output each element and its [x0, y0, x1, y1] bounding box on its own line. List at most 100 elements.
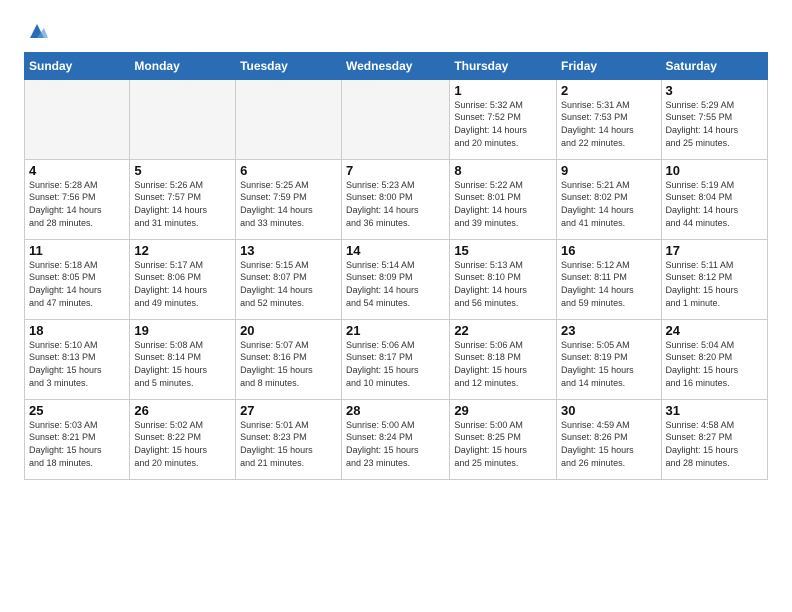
day-info: Sunrise: 5:29 AM Sunset: 7:55 PM Dayligh…: [666, 99, 763, 149]
day-info: Sunrise: 5:05 AM Sunset: 8:19 PM Dayligh…: [561, 339, 656, 389]
calendar-cell: 30Sunrise: 4:59 AM Sunset: 8:26 PM Dayli…: [557, 399, 661, 479]
calendar-week-row: 1Sunrise: 5:32 AM Sunset: 7:52 PM Daylig…: [25, 79, 768, 159]
calendar-cell: 16Sunrise: 5:12 AM Sunset: 8:11 PM Dayli…: [557, 239, 661, 319]
day-number: 29: [454, 403, 552, 418]
day-number: 20: [240, 323, 337, 338]
day-number: 4: [29, 163, 125, 178]
day-info: Sunrise: 5:31 AM Sunset: 7:53 PM Dayligh…: [561, 99, 656, 149]
calendar-cell: 23Sunrise: 5:05 AM Sunset: 8:19 PM Dayli…: [557, 319, 661, 399]
day-number: 17: [666, 243, 763, 258]
calendar-cell: 1Sunrise: 5:32 AM Sunset: 7:52 PM Daylig…: [450, 79, 557, 159]
calendar-cell: 27Sunrise: 5:01 AM Sunset: 8:23 PM Dayli…: [236, 399, 342, 479]
day-of-week-header: Wednesday: [342, 52, 450, 79]
calendar-cell: 15Sunrise: 5:13 AM Sunset: 8:10 PM Dayli…: [450, 239, 557, 319]
logo-icon: [26, 20, 48, 42]
day-number: 7: [346, 163, 445, 178]
day-info: Sunrise: 5:00 AM Sunset: 8:25 PM Dayligh…: [454, 419, 552, 469]
calendar-cell: [342, 79, 450, 159]
calendar-cell: 13Sunrise: 5:15 AM Sunset: 8:07 PM Dayli…: [236, 239, 342, 319]
day-number: 21: [346, 323, 445, 338]
calendar-cell: 5Sunrise: 5:26 AM Sunset: 7:57 PM Daylig…: [130, 159, 236, 239]
day-number: 1: [454, 83, 552, 98]
day-number: 31: [666, 403, 763, 418]
calendar-cell: 2Sunrise: 5:31 AM Sunset: 7:53 PM Daylig…: [557, 79, 661, 159]
day-info: Sunrise: 5:22 AM Sunset: 8:01 PM Dayligh…: [454, 179, 552, 229]
calendar-cell: 12Sunrise: 5:17 AM Sunset: 8:06 PM Dayli…: [130, 239, 236, 319]
day-info: Sunrise: 5:32 AM Sunset: 7:52 PM Dayligh…: [454, 99, 552, 149]
day-number: 15: [454, 243, 552, 258]
calendar-cell: 28Sunrise: 5:00 AM Sunset: 8:24 PM Dayli…: [342, 399, 450, 479]
day-info: Sunrise: 5:25 AM Sunset: 7:59 PM Dayligh…: [240, 179, 337, 229]
day-info: Sunrise: 5:08 AM Sunset: 8:14 PM Dayligh…: [134, 339, 231, 389]
day-info: Sunrise: 5:00 AM Sunset: 8:24 PM Dayligh…: [346, 419, 445, 469]
day-number: 11: [29, 243, 125, 258]
day-number: 22: [454, 323, 552, 338]
day-info: Sunrise: 5:17 AM Sunset: 8:06 PM Dayligh…: [134, 259, 231, 309]
calendar-cell: 25Sunrise: 5:03 AM Sunset: 8:21 PM Dayli…: [25, 399, 130, 479]
calendar-header-row: SundayMondayTuesdayWednesdayThursdayFrid…: [25, 52, 768, 79]
calendar-cell: 31Sunrise: 4:58 AM Sunset: 8:27 PM Dayli…: [661, 399, 767, 479]
day-of-week-header: Sunday: [25, 52, 130, 79]
day-of-week-header: Monday: [130, 52, 236, 79]
day-number: 14: [346, 243, 445, 258]
day-info: Sunrise: 4:58 AM Sunset: 8:27 PM Dayligh…: [666, 419, 763, 469]
day-number: 5: [134, 163, 231, 178]
day-info: Sunrise: 5:28 AM Sunset: 7:56 PM Dayligh…: [29, 179, 125, 229]
calendar-week-row: 11Sunrise: 5:18 AM Sunset: 8:05 PM Dayli…: [25, 239, 768, 319]
calendar-cell: [130, 79, 236, 159]
calendar-cell: 7Sunrise: 5:23 AM Sunset: 8:00 PM Daylig…: [342, 159, 450, 239]
day-info: Sunrise: 5:03 AM Sunset: 8:21 PM Dayligh…: [29, 419, 125, 469]
day-info: Sunrise: 5:11 AM Sunset: 8:12 PM Dayligh…: [666, 259, 763, 309]
calendar-week-row: 4Sunrise: 5:28 AM Sunset: 7:56 PM Daylig…: [25, 159, 768, 239]
header: [0, 0, 792, 52]
calendar-cell: 4Sunrise: 5:28 AM Sunset: 7:56 PM Daylig…: [25, 159, 130, 239]
calendar-cell: 14Sunrise: 5:14 AM Sunset: 8:09 PM Dayli…: [342, 239, 450, 319]
day-number: 25: [29, 403, 125, 418]
calendar-cell: 17Sunrise: 5:11 AM Sunset: 8:12 PM Dayli…: [661, 239, 767, 319]
day-number: 12: [134, 243, 231, 258]
day-number: 10: [666, 163, 763, 178]
calendar-cell: 22Sunrise: 5:06 AM Sunset: 8:18 PM Dayli…: [450, 319, 557, 399]
calendar-cell: 19Sunrise: 5:08 AM Sunset: 8:14 PM Dayli…: [130, 319, 236, 399]
calendar-cell: 20Sunrise: 5:07 AM Sunset: 8:16 PM Dayli…: [236, 319, 342, 399]
day-info: Sunrise: 5:14 AM Sunset: 8:09 PM Dayligh…: [346, 259, 445, 309]
calendar-wrapper: SundayMondayTuesdayWednesdayThursdayFrid…: [0, 52, 792, 488]
calendar-cell: 3Sunrise: 5:29 AM Sunset: 7:55 PM Daylig…: [661, 79, 767, 159]
day-number: 2: [561, 83, 656, 98]
day-info: Sunrise: 5:10 AM Sunset: 8:13 PM Dayligh…: [29, 339, 125, 389]
calendar-cell: 29Sunrise: 5:00 AM Sunset: 8:25 PM Dayli…: [450, 399, 557, 479]
day-number: 18: [29, 323, 125, 338]
day-of-week-header: Tuesday: [236, 52, 342, 79]
day-info: Sunrise: 5:12 AM Sunset: 8:11 PM Dayligh…: [561, 259, 656, 309]
day-info: Sunrise: 5:13 AM Sunset: 8:10 PM Dayligh…: [454, 259, 552, 309]
day-info: Sunrise: 4:59 AM Sunset: 8:26 PM Dayligh…: [561, 419, 656, 469]
day-info: Sunrise: 5:26 AM Sunset: 7:57 PM Dayligh…: [134, 179, 231, 229]
day-info: Sunrise: 5:07 AM Sunset: 8:16 PM Dayligh…: [240, 339, 337, 389]
day-info: Sunrise: 5:06 AM Sunset: 8:18 PM Dayligh…: [454, 339, 552, 389]
day-of-week-header: Friday: [557, 52, 661, 79]
day-number: 26: [134, 403, 231, 418]
day-number: 19: [134, 323, 231, 338]
day-info: Sunrise: 5:18 AM Sunset: 8:05 PM Dayligh…: [29, 259, 125, 309]
calendar-cell: [25, 79, 130, 159]
day-info: Sunrise: 5:02 AM Sunset: 8:22 PM Dayligh…: [134, 419, 231, 469]
day-number: 16: [561, 243, 656, 258]
calendar-cell: 26Sunrise: 5:02 AM Sunset: 8:22 PM Dayli…: [130, 399, 236, 479]
calendar-week-row: 25Sunrise: 5:03 AM Sunset: 8:21 PM Dayli…: [25, 399, 768, 479]
day-info: Sunrise: 5:23 AM Sunset: 8:00 PM Dayligh…: [346, 179, 445, 229]
day-info: Sunrise: 5:19 AM Sunset: 8:04 PM Dayligh…: [666, 179, 763, 229]
day-of-week-header: Thursday: [450, 52, 557, 79]
day-of-week-header: Saturday: [661, 52, 767, 79]
day-info: Sunrise: 5:15 AM Sunset: 8:07 PM Dayligh…: [240, 259, 337, 309]
calendar-cell: 11Sunrise: 5:18 AM Sunset: 8:05 PM Dayli…: [25, 239, 130, 319]
calendar-cell: 8Sunrise: 5:22 AM Sunset: 8:01 PM Daylig…: [450, 159, 557, 239]
calendar-cell: 21Sunrise: 5:06 AM Sunset: 8:17 PM Dayli…: [342, 319, 450, 399]
calendar-cell: 18Sunrise: 5:10 AM Sunset: 8:13 PM Dayli…: [25, 319, 130, 399]
calendar-cell: 6Sunrise: 5:25 AM Sunset: 7:59 PM Daylig…: [236, 159, 342, 239]
day-number: 9: [561, 163, 656, 178]
day-number: 27: [240, 403, 337, 418]
day-info: Sunrise: 5:01 AM Sunset: 8:23 PM Dayligh…: [240, 419, 337, 469]
day-number: 3: [666, 83, 763, 98]
day-info: Sunrise: 5:04 AM Sunset: 8:20 PM Dayligh…: [666, 339, 763, 389]
day-number: 24: [666, 323, 763, 338]
